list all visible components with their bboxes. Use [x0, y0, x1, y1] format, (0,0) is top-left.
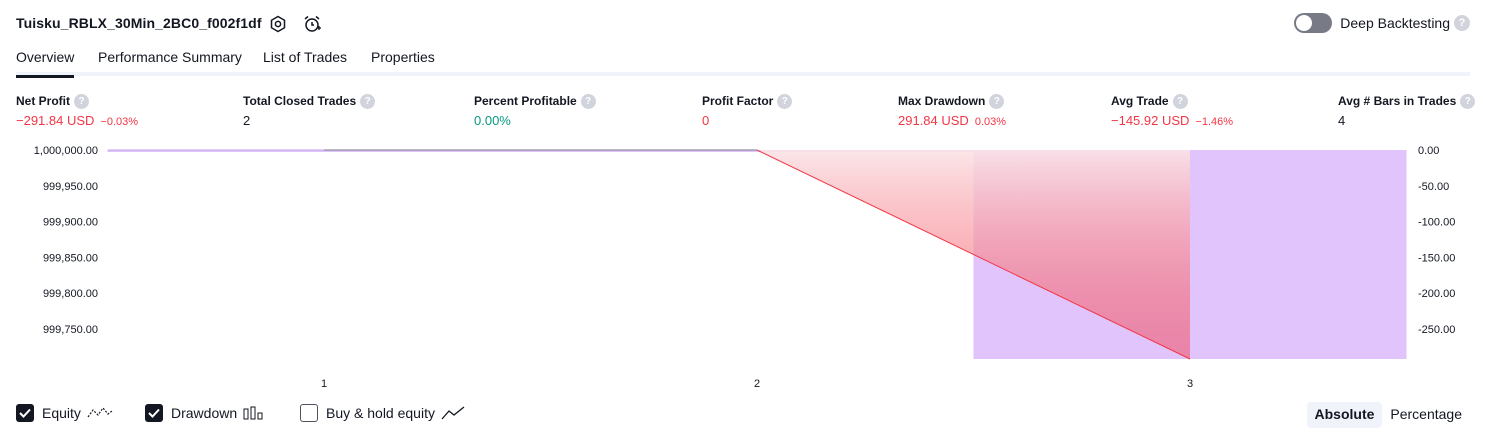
deep-backtesting-label: Deep Backtesting [1340, 15, 1450, 31]
left-axis-tick-label: 999,800.00 [43, 288, 98, 300]
right-axis-tick-label: -150.00 [1418, 252, 1455, 264]
metric-label: Max Drawdown [898, 94, 986, 108]
help-icon[interactable]: ? [1454, 15, 1470, 31]
x-axis-tick-label: 1 [321, 378, 327, 390]
help-icon[interactable]: ? [989, 93, 1005, 109]
right-axis-tick-label: -200.00 [1418, 288, 1455, 300]
deep-backtesting-toggle[interactable] [1294, 13, 1333, 33]
metric-value: 291.84 USD [898, 113, 969, 128]
metric-label: Net Profit [16, 94, 70, 108]
deep-backtesting-control: Deep Backtesting ? [1294, 13, 1470, 33]
alarm-add-icon[interactable] [302, 14, 322, 34]
drawdown-checkbox[interactable] [145, 404, 163, 422]
left-axis-tick-label: 999,850.00 [43, 252, 98, 264]
metric-percent: −1.46% [1195, 116, 1234, 128]
tab-overview[interactable]: Overview [16, 49, 75, 78]
metric-label: Avg # Bars in Trades [1338, 94, 1457, 108]
settings-icon[interactable] [268, 14, 288, 34]
strategy-title: Tuisku_RBLX_30Min_2BC0_f002f1df [16, 15, 262, 31]
x-axis-tick-label: 2 [754, 378, 760, 390]
value-mode-switch: Absolute Percentage [1306, 402, 1471, 428]
tab-properties[interactable]: Properties [371, 49, 435, 75]
metric-label: Total Closed Trades [243, 94, 357, 108]
left-axis-tick-label: 999,900.00 [43, 217, 98, 229]
drawdown-toggle[interactable]: Drawdown [145, 404, 265, 422]
right-axis-tick-label: -50.00 [1418, 181, 1449, 193]
left-axis-tick-label: 999,750.00 [43, 324, 98, 336]
tab-bar: Overview Performance Summary List of Tra… [16, 44, 1470, 78]
metric-value: 2 [243, 113, 251, 128]
header: Tuisku_RBLX_30Min_2BC0_f002f1df Deep Bac… [16, 12, 1470, 36]
metric-value: 0.00% [474, 113, 511, 128]
metric-total-closed-trades: Total Closed Trades? 2 [243, 93, 376, 128]
right-axis-tick-label: 0.00 [1418, 145, 1439, 157]
tab-list-of-trades[interactable]: List of Trades [263, 49, 347, 75]
metric-value: −291.84 USD [16, 113, 95, 128]
metric-percent: 0.03% [974, 116, 1007, 128]
left-axis-tick-label: 999,950.00 [43, 181, 98, 193]
equity-line-icon [87, 406, 113, 420]
metric-label: Avg Trade [1111, 94, 1169, 108]
chart-legend: Equity Drawdown Buy & hold equity Absolu… [16, 402, 1471, 428]
metric-value: 0 [702, 113, 710, 128]
metric-label: Percent Profitable [474, 94, 577, 108]
buy-hold-equity-toggle[interactable]: Buy & hold equity [300, 404, 465, 422]
metric-label: Profit Factor [702, 94, 774, 108]
metric-max-drawdown: Max Drawdown? 291.84 USD 0.03% [898, 93, 1007, 128]
help-icon[interactable]: ? [1460, 93, 1476, 109]
x-axis-tick-label: 3 [1187, 378, 1193, 390]
percentage-button[interactable]: Percentage [1382, 402, 1470, 428]
help-icon[interactable]: ? [1172, 93, 1188, 109]
metric-value: −145.92 USD [1111, 113, 1190, 128]
metric-net-profit: Net Profit? −291.84 USD −0.03% [16, 93, 139, 128]
equity-toggle[interactable]: Equity [16, 404, 113, 422]
metric-percent-profitable: Percent Profitable? 0.00% [474, 93, 596, 128]
help-icon[interactable]: ? [580, 93, 596, 109]
buy-hold-line-icon [441, 406, 465, 420]
buy-hold-label: Buy & hold equity [326, 405, 435, 421]
help-icon[interactable]: ? [360, 93, 376, 109]
drawdown-bars-icon [243, 406, 265, 420]
right-axis-tick-label: -250.00 [1418, 324, 1455, 336]
equity-checkbox[interactable] [16, 404, 34, 422]
left-axis-tick-label: 1,000,000.00 [34, 145, 98, 157]
help-icon[interactable]: ? [777, 93, 793, 109]
buy-hold-checkbox[interactable] [300, 404, 318, 422]
toggle-knob [1296, 15, 1313, 31]
metric-avg-bars-in-trades: Avg # Bars in Trades? 4 [1338, 93, 1476, 128]
right-axis-tick-label: -100.00 [1418, 217, 1455, 229]
metric-percent: −0.03% [100, 116, 139, 128]
help-icon[interactable]: ? [74, 93, 89, 109]
absolute-button[interactable]: Absolute [1306, 402, 1383, 428]
drawdown-label: Drawdown [171, 405, 238, 421]
metric-profit-factor: Profit Factor? 0 [702, 93, 793, 128]
metric-value: 4 [1338, 113, 1346, 128]
equity-drawdown-chart[interactable]: 1,000,000.00 999,950.00 999,900.00 999,850.… [0, 138, 1486, 398]
equity-label: Equity [42, 405, 81, 421]
tab-performance-summary[interactable]: Performance Summary [98, 49, 242, 75]
metric-avg-trade: Avg Trade? −145.92 USD −1.46% [1111, 93, 1234, 128]
